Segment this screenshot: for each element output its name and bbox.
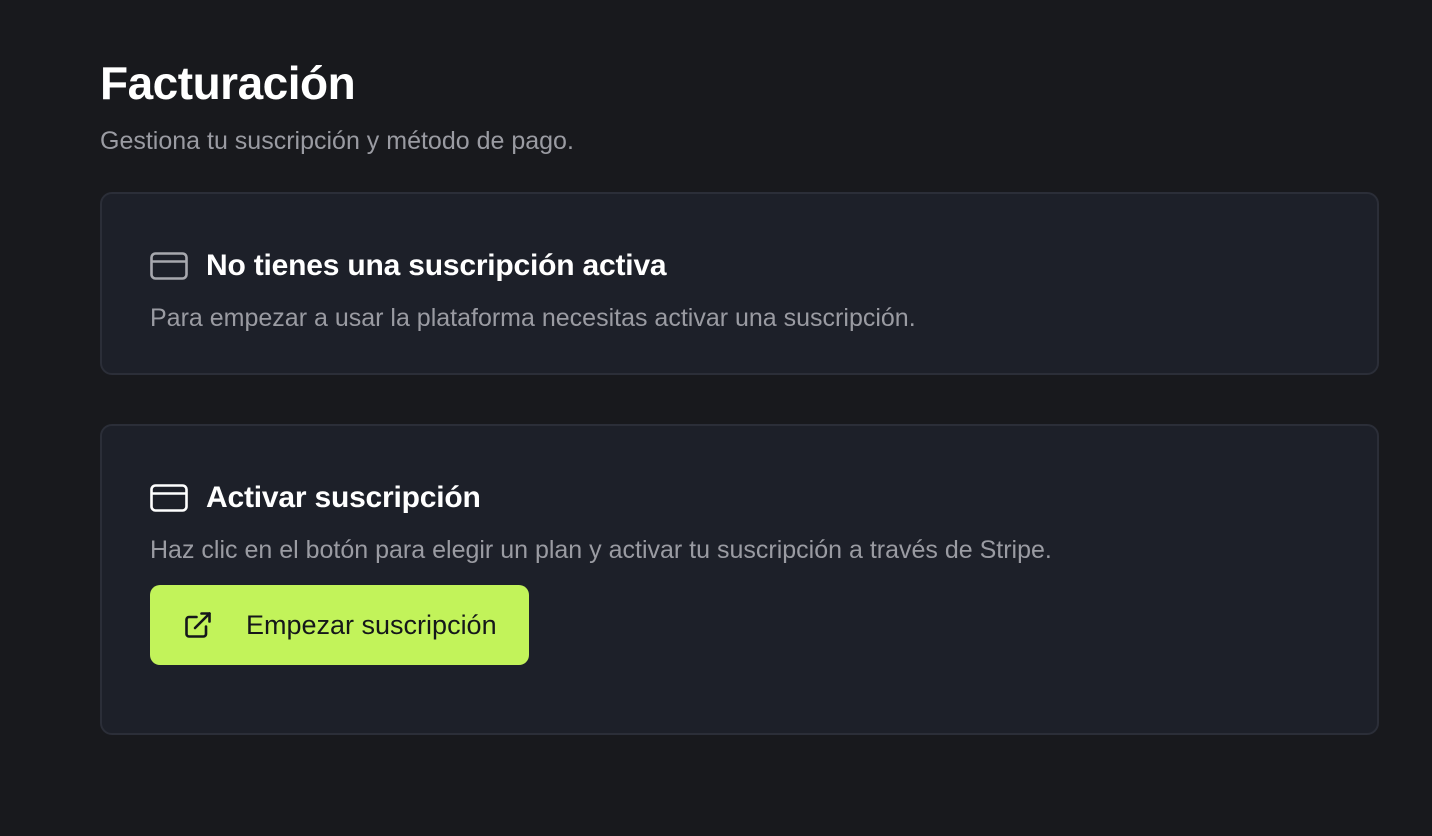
activate-subscription-title: Activar suscripción bbox=[206, 481, 481, 514]
activate-subscription-card: Activar suscripción Haz clic en el botón… bbox=[100, 424, 1379, 735]
page-subtitle: Gestiona tu suscripción y método de pago… bbox=[100, 127, 574, 155]
billing-page: Facturación Gestiona tu suscripción y mé… bbox=[0, 0, 1432, 836]
subscription-status-description: Para empezar a usar la plataforma necesi… bbox=[150, 304, 916, 332]
credit-card-icon bbox=[150, 483, 190, 513]
subscription-status-card: No tienes una suscripción activa Para em… bbox=[100, 192, 1379, 375]
activate-subscription-header: Activar suscripción bbox=[150, 478, 1329, 518]
credit-card-icon bbox=[150, 251, 190, 281]
activate-subscription-description: Haz clic en el botón para elegir un plan… bbox=[150, 536, 1052, 564]
start-subscription-label: Empezar suscripción bbox=[246, 610, 497, 640]
start-subscription-button[interactable]: Empezar suscripción bbox=[150, 585, 529, 665]
subscription-status-title: No tienes una suscripción activa bbox=[206, 249, 667, 282]
external-link-icon bbox=[184, 610, 214, 640]
subscription-status-header: No tienes una suscripción activa bbox=[150, 246, 1329, 286]
page-title: Facturación bbox=[100, 57, 356, 109]
